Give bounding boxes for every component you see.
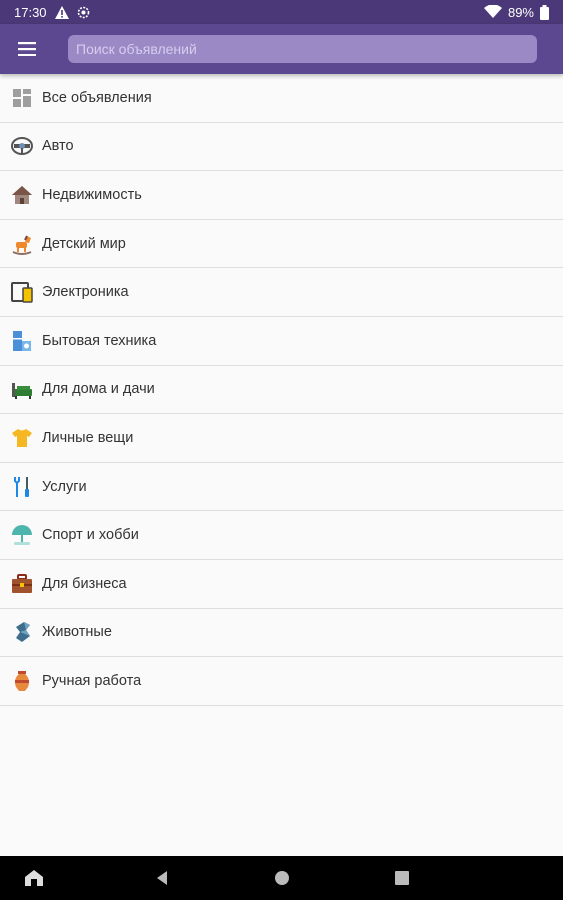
rocking-horse-icon xyxy=(0,220,42,268)
battery-icon xyxy=(540,4,549,20)
app-toolbar xyxy=(0,24,563,74)
appliance-icon xyxy=(0,317,42,365)
category-label: Недвижимость xyxy=(42,186,142,203)
category-label: Услуги xyxy=(42,478,87,495)
umbrella-icon xyxy=(0,511,42,559)
category-label: Детский мир xyxy=(42,235,126,252)
steering-wheel-icon xyxy=(0,122,42,170)
category-item-sport[interactable]: Спорт и хобби xyxy=(0,511,563,560)
status-bar: 17:30 89% xyxy=(0,0,563,24)
system-nav-bar xyxy=(0,856,563,900)
devices-icon xyxy=(0,268,42,316)
grid-icon xyxy=(0,74,42,122)
category-label: Электроника xyxy=(42,284,129,301)
category-label: Авто xyxy=(42,138,74,155)
category-label: Спорт и хобби xyxy=(42,527,139,544)
hamburger-menu-icon[interactable] xyxy=(0,24,54,74)
category-item-appliances[interactable]: Бытовая техника xyxy=(0,316,563,366)
category-item-realty[interactable]: Недвижимость xyxy=(0,171,563,220)
category-label: Личные вещи xyxy=(42,429,134,446)
settings-gear-icon xyxy=(77,6,90,19)
category-item-home[interactable]: Для дома и дачи xyxy=(0,365,563,415)
category-label: Для бизнеса xyxy=(42,575,127,592)
wifi-icon xyxy=(483,5,502,19)
category-item-business[interactable]: Для бизнеса xyxy=(0,559,563,609)
briefcase-icon xyxy=(0,560,42,608)
category-item-auto[interactable]: Авто xyxy=(0,122,563,172)
category-item-personal[interactable]: Личные вещи xyxy=(0,414,563,463)
category-item-all[interactable]: Все объявления xyxy=(0,74,563,123)
recents-icon[interactable] xyxy=(382,856,422,900)
sofa-icon xyxy=(0,365,42,413)
category-item-electronics[interactable]: Электроника xyxy=(0,268,563,317)
animal-icon xyxy=(0,608,42,656)
tshirt-icon xyxy=(0,414,42,462)
category-label: Бытовая техника xyxy=(42,332,157,349)
category-list: Все объявления Авто Недвижимость Детский… xyxy=(0,74,563,706)
tools-icon xyxy=(0,463,42,511)
alert-icon xyxy=(54,5,69,19)
category-label: Ручная работа xyxy=(42,672,142,689)
back-icon[interactable] xyxy=(142,856,182,900)
category-item-services[interactable]: Услуги xyxy=(0,462,563,512)
search-field[interactable] xyxy=(68,35,537,63)
category-label: Для дома и дачи xyxy=(42,381,155,398)
vase-icon xyxy=(0,657,42,705)
category-label: Животные xyxy=(42,624,112,641)
category-item-animals[interactable]: Животные xyxy=(0,608,563,658)
battery-percent: 89% xyxy=(507,4,534,20)
house-icon xyxy=(0,171,42,219)
category-item-kids[interactable]: Детский мир xyxy=(0,219,563,269)
category-label: Все объявления xyxy=(42,89,152,106)
search-input[interactable] xyxy=(76,41,537,57)
category-item-handmade[interactable]: Ручная работа xyxy=(0,657,563,706)
home-icon[interactable] xyxy=(262,856,302,900)
status-time: 17:30 xyxy=(14,4,47,20)
app-switch-icon[interactable] xyxy=(14,856,54,900)
